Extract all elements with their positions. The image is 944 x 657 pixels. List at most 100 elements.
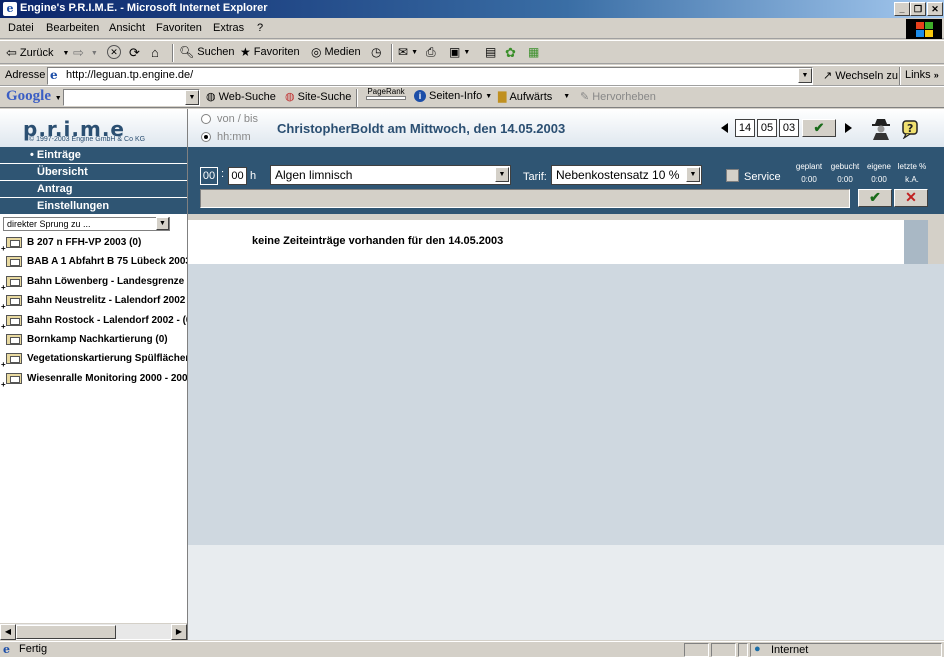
expand-icon[interactable]: + (1, 278, 6, 291)
tree-item[interactable]: + Bahn Löwenberg - Landesgrenze (0) (0, 272, 187, 291)
mode-vonbis-radio[interactable] (201, 114, 211, 124)
scroll-right-button[interactable]: ▶ (171, 624, 187, 640)
search-icon: 🔍︎ (179, 45, 195, 59)
activity-select[interactable]: Algen limnisch ▼ (270, 165, 511, 185)
web-search-button[interactable]: ◍ Web-Suche (206, 90, 276, 104)
google-logo[interactable]: Google ▼ (6, 88, 62, 105)
google-search-dropdown[interactable]: ▼ (185, 90, 199, 105)
expand-icon[interactable]: + (1, 317, 6, 330)
day-field[interactable]: 14 (735, 119, 755, 137)
history-button[interactable]: ◷ (371, 45, 381, 59)
entries-list-scrollbar[interactable] (904, 220, 928, 264)
activity-dropdown-arrow[interactable]: ▼ (495, 167, 509, 182)
address-dropdown[interactable]: ▼ (798, 68, 812, 83)
description-input[interactable] (200, 189, 850, 208)
close-button[interactable]: ✕ (927, 2, 943, 16)
links-label: Links (905, 69, 931, 81)
scroll-left-button[interactable]: ◀ (0, 624, 16, 640)
go-label: Wechseln zu (835, 69, 898, 82)
expand-icon[interactable]: + (1, 355, 6, 368)
tree-item[interactable]: + Bahn Rostock - Lalendorf 2002 - (0) (0, 311, 187, 330)
menu-help[interactable]: ? (257, 22, 263, 34)
stop-button[interactable]: ✕ (107, 45, 121, 59)
site-search-button[interactable]: ◍ Site-Suche (285, 90, 351, 104)
research-icon: ▦ (528, 45, 540, 59)
tree-item[interactable]: Bornkamp Nachkartierung (0) (0, 330, 187, 349)
minimize-button[interactable]: _ (894, 2, 910, 16)
media-icon: ◎ (311, 45, 322, 59)
tree-item[interactable]: + Vegetationskartierung Spülflächen (0) (0, 349, 187, 369)
status-page-icon: e (3, 643, 10, 656)
menu-extras[interactable]: Extras (213, 22, 244, 34)
horizontal-scrollbar[interactable]: ◀ ▶ (0, 623, 187, 640)
web-search-label: Web-Suche (218, 90, 276, 103)
help-icon[interactable]: ? (901, 119, 921, 140)
project-icon (6, 295, 22, 307)
minutes-input[interactable]: 00 (228, 167, 247, 185)
next-day-icon[interactable] (845, 123, 852, 133)
cancel-entry-button[interactable]: ✕ (894, 189, 928, 207)
web-search-icon: ◍ (206, 91, 216, 103)
refresh-icon: ⟳ (129, 45, 140, 60)
favorites-button[interactable]: ★ Favoriten (240, 45, 300, 59)
date-ok-button[interactable]: ✔ (802, 119, 836, 137)
tree-item[interactable]: + Bahn Neustrelitz - Lalendorf 2002 (0) (0, 291, 187, 311)
year-field[interactable]: 03 (779, 119, 799, 137)
nav-einstellungen[interactable]: Einstellungen (0, 198, 187, 215)
tarif-select[interactable]: Nebenkostensatz 10 % ▼ (551, 165, 702, 185)
jump-select-arrow[interactable]: ▼ (156, 217, 169, 230)
address-input[interactable]: e http://leguan.tp.engine.de/ (47, 67, 813, 85)
expand-icon[interactable]: + (1, 239, 6, 252)
menu-datei[interactable]: Datei (8, 22, 34, 34)
links-button[interactable]: Links » (905, 69, 939, 81)
media-label: Medien (324, 46, 361, 58)
user-spy-icon[interactable] (870, 116, 892, 140)
tree-item[interactable]: BAB A 1 Abfahrt B 75 Lübeck 2003 (0) (0, 252, 187, 271)
back-button[interactable]: ⇦ Zurück ▼ (6, 45, 69, 61)
scroll-thumb[interactable] (16, 625, 116, 639)
print-button[interactable]: ⎙ (426, 45, 436, 60)
menu-bearbeiten[interactable]: Bearbeiten (46, 22, 99, 34)
mode-vonbis-label: von / bis (217, 113, 258, 125)
menu-ansicht[interactable]: Ansicht (109, 22, 145, 34)
home-button[interactable]: ⌂ (151, 45, 159, 60)
restore-button[interactable]: ❐ (910, 2, 926, 16)
chevron-down-icon: ▼ (62, 49, 70, 57)
mode-hhmm-radio[interactable] (201, 132, 211, 142)
media-button[interactable]: ◎ Medien (311, 45, 361, 59)
tree-item-label: B 207 n FFH-VP 2003 (0) (27, 237, 142, 248)
tarif-dropdown-arrow[interactable]: ▼ (686, 167, 700, 182)
expand-icon[interactable]: + (1, 375, 6, 388)
jump-select[interactable]: direkter Sprung zu ... ▼ (3, 217, 170, 231)
go-arrow-icon: ↗ (823, 70, 833, 82)
discuss-button[interactable]: ▤ (485, 45, 496, 59)
search-button[interactable]: 🔍︎ Suchen (179, 45, 235, 59)
service-checkbox[interactable] (726, 169, 739, 182)
menu-favoriten[interactable]: Favoriten (156, 22, 202, 34)
messenger-button[interactable]: ✿ (505, 45, 516, 61)
tree-item-label: Wiesenralle Monitoring 2000 - 2003 (0) (27, 372, 187, 384)
nav-eintraege[interactable]: • Einträge (0, 147, 187, 164)
print-icon: ⎙ (426, 45, 436, 59)
svg-text:?: ? (907, 122, 913, 135)
hours-input[interactable]: 00 (200, 167, 218, 185)
mail-button[interactable]: ✉ ▼ (398, 45, 418, 59)
edit-button[interactable]: ▣ ▼ (449, 45, 470, 59)
refresh-button[interactable]: ⟳ (129, 45, 140, 61)
page-info-button[interactable]: i Seiten-Info ▼ (414, 90, 492, 102)
confirm-entry-button[interactable]: ✔ (858, 189, 892, 207)
research-button[interactable]: ▦ (528, 45, 539, 59)
nav-uebersicht[interactable]: Übersicht (0, 164, 187, 181)
expand-icon[interactable]: + (1, 297, 6, 310)
tree-item[interactable]: + B 207 n FFH-VP 2003 (0) (0, 233, 187, 252)
up-button[interactable]: ▇ Aufwärts ▼ (498, 90, 570, 104)
tree-item[interactable]: + Wiesenralle Monitoring 2000 - 2003 (0) (0, 369, 187, 388)
month-field[interactable]: 05 (757, 119, 777, 137)
google-search-input[interactable] (63, 89, 200, 106)
nav-antrag[interactable]: Antrag (0, 181, 187, 198)
highlight-button[interactable]: ✎ Hervorheben (580, 90, 656, 104)
forward-button[interactable]: ⇨ ▼ (73, 45, 98, 61)
prev-day-icon[interactable] (721, 123, 728, 133)
go-button[interactable]: ↗ Wechseln zu (823, 69, 898, 83)
tree-item-label: BAB A 1 Abfahrt B 75 Lübeck 2003 (0) (27, 256, 187, 268)
